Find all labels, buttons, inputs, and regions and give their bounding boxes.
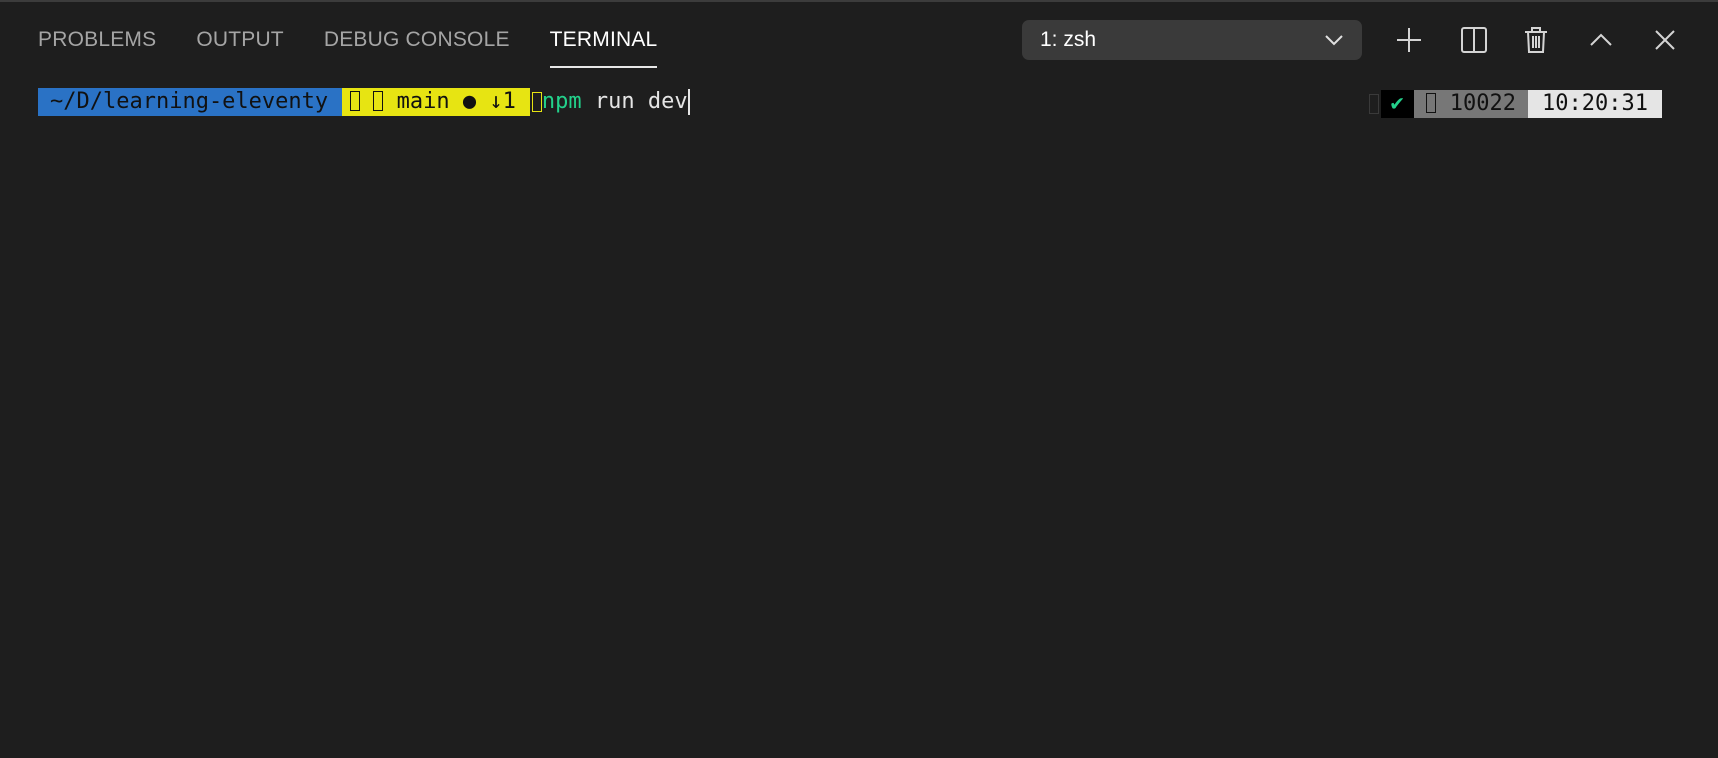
prompt-status: ✔ xyxy=(1380,90,1414,118)
powerline-separator-icon xyxy=(350,91,361,111)
new-terminal-button[interactable] xyxy=(1391,22,1427,58)
panel-tabs: PROBLEMS OUTPUT DEBUG CONSOLE TERMINAL xyxy=(38,2,697,70)
split-terminal-button[interactable] xyxy=(1456,22,1492,58)
tab-debug-console[interactable]: DEBUG CONSOLE xyxy=(324,2,510,68)
git-branch-icon xyxy=(373,91,384,111)
terminal-right-prompt: ✔ 10022 10:20:31 xyxy=(1368,90,1662,118)
tab-problems[interactable]: PROBLEMS xyxy=(38,2,156,68)
kill-terminal-button[interactable] xyxy=(1518,22,1554,58)
tab-output[interactable]: OUTPUT xyxy=(196,2,284,68)
separator-icon xyxy=(1425,93,1436,113)
terminal-prompt-line[interactable]: ~/D/learning-eleventy main ● ↓1 npm run … xyxy=(38,88,690,116)
terminal-selector-value: 1: zsh xyxy=(1040,28,1097,51)
prompt-git-status: ● ↓1 xyxy=(462,89,516,114)
close-icon xyxy=(1654,29,1676,51)
plus-icon xyxy=(1395,26,1423,54)
chevron-up-icon xyxy=(1589,33,1613,47)
command-args: run dev xyxy=(581,89,688,114)
terminal-panel: PROBLEMS OUTPUT DEBUG CONSOLE TERMINAL 1… xyxy=(0,0,1718,758)
split-icon xyxy=(1460,26,1488,54)
prompt-time: 10:20:31 xyxy=(1528,90,1662,118)
maximize-panel-button[interactable] xyxy=(1583,22,1619,58)
prompt-job-id: 10022 xyxy=(1413,90,1529,118)
terminal-selector-dropdown[interactable]: 1: zsh xyxy=(1022,20,1362,60)
trash-icon xyxy=(1523,26,1549,54)
prompt-branch: main xyxy=(396,89,450,114)
prompt-directory: ~/D/learning-eleventy xyxy=(38,88,343,116)
chevron-down-icon xyxy=(1324,34,1344,46)
command-program: npm xyxy=(541,89,582,114)
prompt-id-value: 10022 xyxy=(1449,91,1517,116)
tab-terminal[interactable]: TERMINAL xyxy=(549,2,658,68)
close-panel-button[interactable] xyxy=(1647,22,1683,58)
prompt-git-segment: main ● ↓1 xyxy=(342,88,530,116)
terminal-cursor xyxy=(687,89,690,115)
powerline-end-icon xyxy=(531,92,542,112)
powerline-start-icon xyxy=(1368,94,1379,114)
